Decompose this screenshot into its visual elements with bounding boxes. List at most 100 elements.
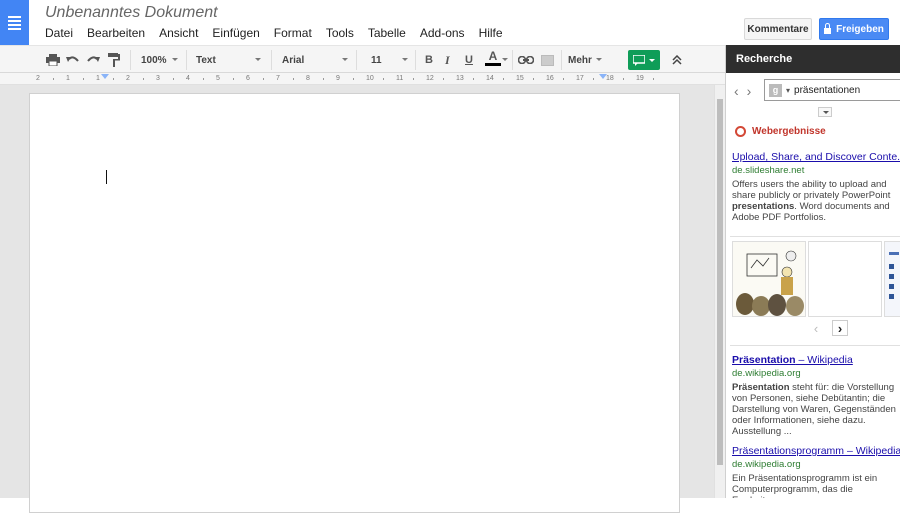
suggest-mode-button[interactable] [628, 50, 660, 70]
image-thumbnail[interactable] [732, 241, 806, 317]
ruler-tick-mark [413, 78, 414, 80]
scrollbar-thumb[interactable] [717, 99, 723, 465]
ruler-tick-label: 5 [216, 75, 220, 82]
ruler-tick-label: 17 [576, 75, 584, 82]
ruler-tick-label: 10 [366, 75, 374, 82]
menu-ansicht[interactable]: Ansicht [159, 26, 198, 40]
options-dropdown-icon[interactable] [818, 107, 832, 117]
ruler-tick-mark [113, 78, 114, 80]
text-color-label: A [488, 49, 498, 63]
font-size-select[interactable]: 11 [371, 50, 382, 70]
more-button[interactable]: Mehr [568, 50, 592, 70]
lock-icon [824, 22, 832, 34]
collapse-toolbar-icon[interactable] [672, 50, 682, 70]
menu-tools[interactable]: Tools [326, 26, 354, 40]
bold-button[interactable]: B [425, 50, 433, 70]
document-canvas [0, 85, 714, 513]
underline-button[interactable]: U [465, 50, 473, 70]
ruler-tick-mark [353, 78, 354, 80]
image-thumbnail[interactable] [808, 241, 882, 317]
menu-addons[interactable]: Add-ons [420, 26, 465, 40]
menu-hilfe[interactable]: Hilfe [479, 26, 503, 40]
ruler-tick-mark [383, 78, 384, 80]
ruler-tick-mark [563, 78, 564, 80]
style-select[interactable]: Text [196, 50, 216, 70]
ruler-tick-label: 11 [396, 75, 404, 82]
ruler-tick-label: 1 [96, 75, 100, 82]
research-title: Recherche [726, 45, 900, 73]
text-color-button[interactable]: A [485, 50, 501, 70]
next-images-icon[interactable]: › [832, 320, 848, 336]
document-title[interactable]: Unbenanntes Dokument [45, 4, 218, 22]
docs-home-icon[interactable] [0, 0, 29, 45]
color-caret-icon [502, 58, 508, 61]
ruler-tick-label: 3 [156, 75, 160, 82]
ruler-tick-mark [263, 78, 264, 80]
color-swatch [485, 63, 501, 66]
ruler-tick-mark [203, 78, 204, 80]
comment-insert-icon[interactable] [541, 50, 554, 70]
print-icon[interactable] [46, 50, 60, 70]
link-icon[interactable] [518, 50, 534, 70]
search-result: Präsentation – Wikipedia de.wikipedia.or… [732, 355, 900, 437]
menu-bar: Datei Bearbeiten Ansicht Einfügen Format… [45, 26, 517, 40]
ruler-tick-label: 2 [36, 75, 40, 82]
research-search-input[interactable]: g ▾ präsentationen [764, 79, 900, 101]
ruler-tick-label: 13 [456, 75, 464, 82]
result-description: Präsentation steht für: die Vorstellung … [732, 382, 896, 437]
paint-format-icon[interactable] [108, 50, 120, 70]
image-results: ‹ › [730, 236, 900, 346]
share-button[interactable]: Freigeben [819, 18, 889, 40]
document-scrollbar[interactable] [714, 85, 725, 498]
document-page[interactable] [29, 93, 680, 513]
back-arrow-icon[interactable]: ‹ [734, 83, 739, 99]
ruler-tick-mark [323, 78, 324, 80]
ruler-tick-label: 12 [426, 75, 434, 82]
menu-einfuegen[interactable]: Einfügen [212, 26, 259, 40]
google-search-type-icon[interactable]: g [769, 83, 782, 97]
research-nav: ‹ › [734, 83, 751, 99]
indent-marker-icon[interactable] [101, 74, 109, 79]
menu-bearbeiten[interactable]: Bearbeiten [87, 26, 145, 40]
ruler-tick-mark [623, 78, 624, 80]
more-caret-icon [596, 58, 602, 61]
search-result: Präsentationsprogramm – Wikipedia de.wik… [732, 446, 900, 498]
menu-format[interactable]: Format [274, 26, 312, 40]
ruler-tick-mark [233, 78, 234, 80]
prev-images-icon[interactable]: ‹ [808, 320, 824, 336]
font-select[interactable]: Arial [282, 50, 304, 70]
top-bar: Unbenanntes Dokument Datei Bearbeiten An… [0, 0, 900, 45]
image-pager: ‹ › [808, 320, 848, 336]
ruler-tick-label: 6 [246, 75, 250, 82]
menu-tabelle[interactable]: Tabelle [368, 26, 406, 40]
ruler-tick-mark [53, 78, 54, 80]
search-type-caret-icon[interactable]: ▾ [786, 86, 790, 95]
redo-icon[interactable] [87, 50, 100, 70]
ruler-tick-mark [593, 78, 594, 80]
image-thumbnail[interactable] [884, 241, 900, 317]
research-panel: Recherche ‹ › g ▾ präsentationen Webergebn… [725, 45, 900, 498]
menu-datei[interactable]: Datei [45, 26, 73, 40]
ruler-tick-label: 4 [186, 75, 190, 82]
zoom-select[interactable]: 100% [141, 50, 167, 70]
italic-button[interactable]: I [445, 50, 450, 70]
comments-button[interactable]: Kommentare [744, 18, 812, 40]
search-query: präsentationen [794, 84, 861, 96]
ruler-tick-label: 18 [606, 75, 614, 82]
ruler-tick-mark [473, 78, 474, 80]
result-title-link[interactable]: Präsentation – Wikipedia [732, 355, 900, 366]
result-title-link[interactable]: Upload, Share, and Discover Conte... [732, 152, 900, 163]
ruler-tick-mark [653, 78, 654, 80]
ruler-tick-label: 9 [336, 75, 340, 82]
web-results-header: Webergebnisse [735, 126, 826, 137]
globe-icon [735, 126, 746, 137]
result-title-link[interactable]: Präsentationsprogramm – Wikipedia [732, 446, 900, 457]
ruler-tick-label: 8 [306, 75, 310, 82]
forward-arrow-icon[interactable]: › [747, 83, 752, 99]
ruler-tick-mark [533, 78, 534, 80]
search-result: Upload, Share, and Discover Conte... de.… [732, 152, 900, 223]
ruler-tick-mark [443, 78, 444, 80]
undo-icon[interactable] [66, 50, 79, 70]
share-label: Freigeben [836, 23, 884, 35]
ruler[interactable]: 2 1 1 2 3 4 5 6 7 8 9 10 11 12 13 14 15 16 17 18 19 [0, 73, 725, 85]
